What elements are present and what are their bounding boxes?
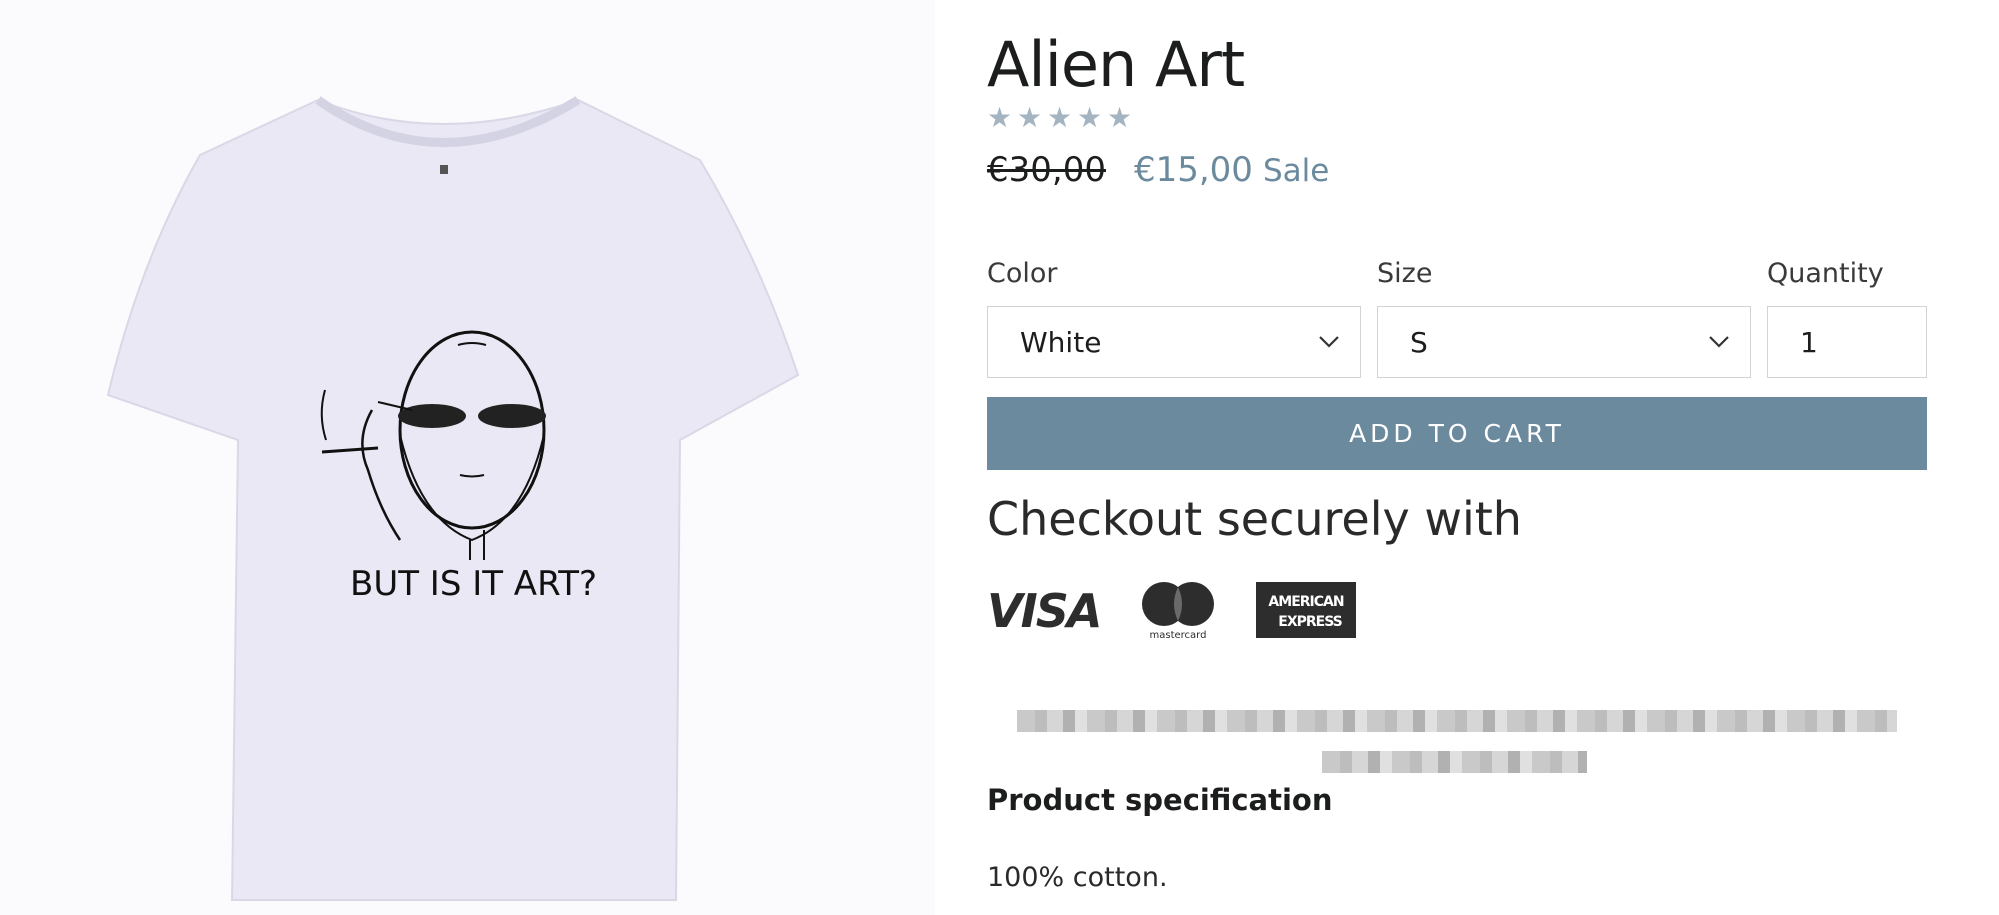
quantity-label: Quantity <box>1767 258 1884 289</box>
rating-stars[interactable]: ★ ★ ★ ★ ★ <box>987 101 1133 134</box>
mastercard-logo-icon: mastercard <box>1142 582 1214 640</box>
star-icon: ★ <box>1107 101 1133 134</box>
star-icon: ★ <box>1047 101 1073 134</box>
american-express-logo-icon: AMERICAN EXPRESS <box>1256 582 1356 638</box>
svg-text:VISA: VISA <box>987 585 1100 635</box>
svg-text:EXPRESS: EXPRESS <box>1278 614 1342 630</box>
star-icon: ★ <box>987 101 1013 134</box>
checkout-heading: Checkout securely with <box>987 492 1522 546</box>
tshirt-illustration: BUT IS IT ART? <box>0 0 935 915</box>
visa-logo-icon: VISA <box>987 585 1102 635</box>
size-label: Size <box>1377 258 1433 289</box>
product-specification-heading: Product specification <box>987 783 1333 817</box>
color-select[interactable]: White <box>987 306 1361 378</box>
svg-text:mastercard: mastercard <box>1150 630 1207 640</box>
color-select-value: White <box>1020 325 1102 359</box>
blurred-text-block <box>1017 706 1897 776</box>
payment-logos: VISA mastercard AMERICAN EXPRESS <box>987 580 1356 640</box>
sale-price: €15,00 <box>1133 150 1253 190</box>
size-select[interactable]: S <box>1377 306 1751 378</box>
product-specification-text: 100% cotton. <box>987 862 1168 893</box>
star-icon: ★ <box>1017 101 1043 134</box>
sale-badge: Sale <box>1262 153 1330 189</box>
chevron-down-icon <box>1319 336 1339 348</box>
star-icon: ★ <box>1077 101 1103 134</box>
shirt-print-text: BUT IS IT ART? <box>350 564 597 604</box>
quantity-value: 1 <box>1800 325 1818 359</box>
product-image[interactable]: BUT IS IT ART? <box>0 0 935 915</box>
svg-text:AMERICAN: AMERICAN <box>1268 594 1343 610</box>
chevron-down-icon <box>1709 336 1729 348</box>
price-row: €30,00 €15,00 Sale <box>987 150 1329 190</box>
add-to-cart-button[interactable]: ADD TO CART <box>987 397 1927 470</box>
size-select-value: S <box>1410 325 1428 359</box>
product-title: Alien Art <box>987 28 1245 101</box>
quantity-input[interactable]: 1 <box>1767 306 1927 378</box>
color-label: Color <box>987 258 1058 289</box>
regular-price: €30,00 <box>987 150 1106 190</box>
